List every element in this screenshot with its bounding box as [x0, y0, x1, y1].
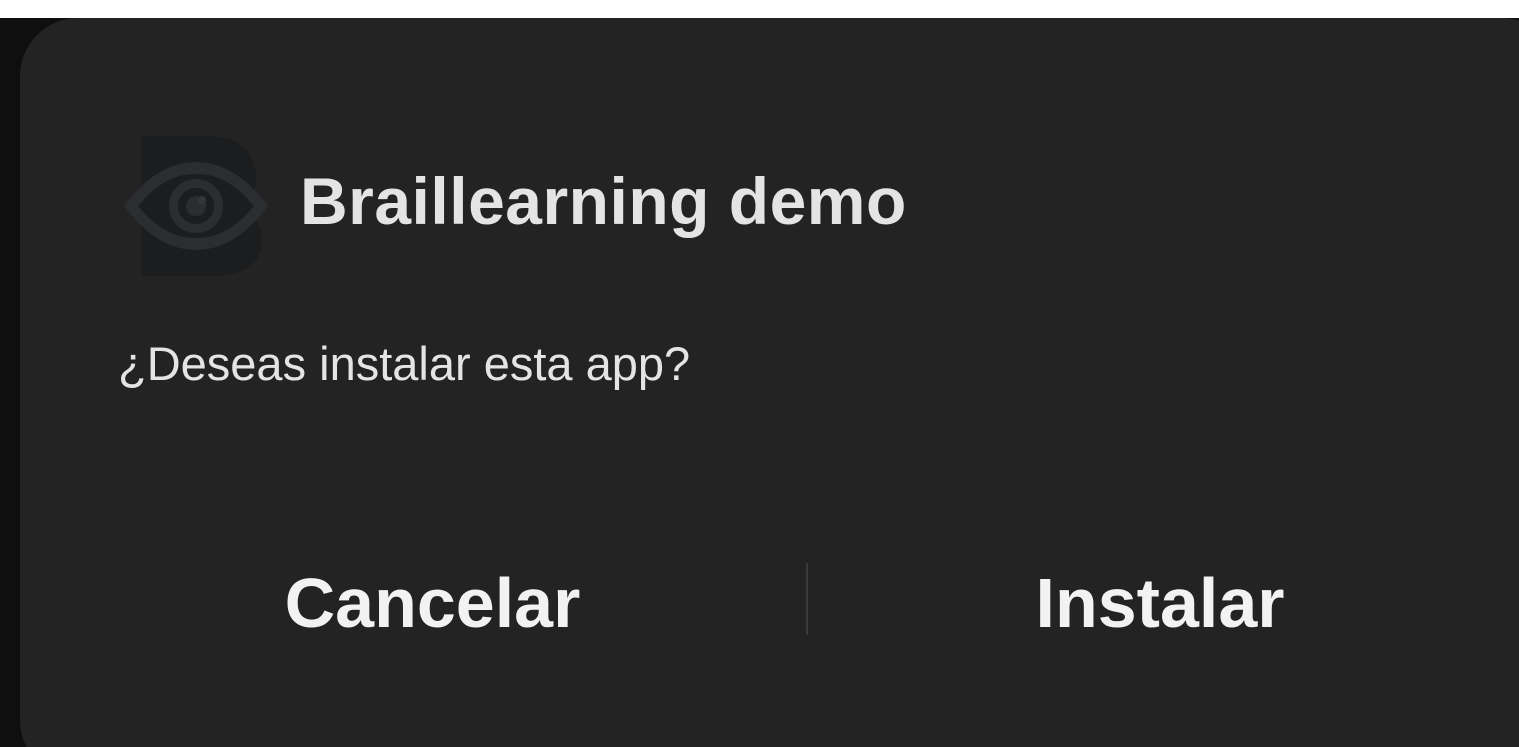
install-dialog: Braillearning demo ¿Deseas instalar esta… [20, 18, 1519, 747]
app-header: Braillearning demo [120, 126, 907, 276]
install-prompt: ¿Deseas instalar esta app? [118, 337, 691, 390]
cancel-button[interactable]: Cancelar [60, 533, 805, 673]
button-divider [806, 563, 808, 635]
app-name: Braillearning demo [300, 164, 907, 238]
install-button[interactable]: Instalar [810, 533, 1510, 673]
braillearning-logo [124, 136, 268, 276]
app-logo-icon [120, 126, 270, 276]
screen: Braillearning demo ¿Deseas instalar esta… [0, 0, 1519, 747]
dialog-actions: Cancelar Instalar [20, 533, 1519, 673]
